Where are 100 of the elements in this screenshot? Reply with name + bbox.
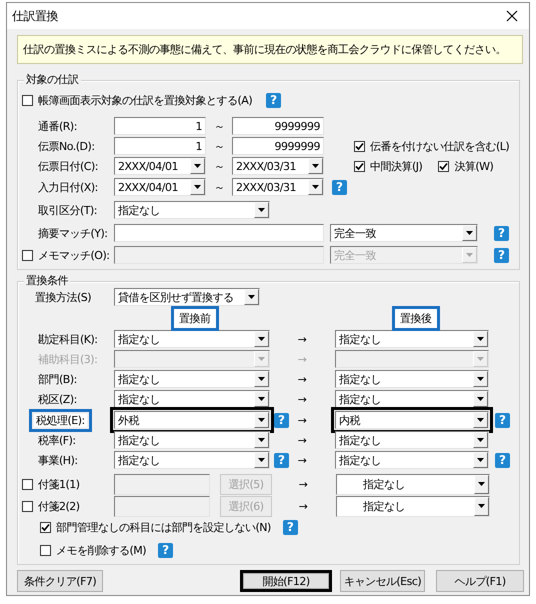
field-label: 税処理(E): <box>34 414 87 426</box>
text-field[interactable]: 1 <box>114 117 206 135</box>
caret-icon <box>473 351 488 367</box>
column-header: 置換前 <box>174 309 216 328</box>
text-field[interactable]: 9999999 <box>232 117 324 135</box>
arrow-symbol: → <box>296 454 308 466</box>
caret-icon <box>254 432 269 448</box>
dialog-button[interactable]: キャンセル(Esc) <box>340 570 425 592</box>
caret-icon <box>190 179 205 195</box>
caret-icon <box>244 289 259 305</box>
caret-icon <box>473 371 488 387</box>
dropdown[interactable]: 貸借を区別せず置換する <box>114 288 260 306</box>
checkmark-icon <box>355 142 364 150</box>
arrow-symbol: → <box>296 352 308 366</box>
caret-icon <box>308 158 323 174</box>
field-label: 部門(B): <box>38 372 77 386</box>
caret-icon <box>254 331 269 347</box>
arrow-symbol: → <box>296 392 308 406</box>
arrow-symbol: → <box>296 372 308 386</box>
group-legend: 置換条件 <box>24 274 70 288</box>
dropdown[interactable]: 2XXX/03/31 <box>232 157 324 175</box>
checkbox[interactable]: 中間決算(J) <box>354 158 422 174</box>
caret-icon <box>474 474 489 494</box>
field-label: 税率(F): <box>38 434 76 446</box>
dialog-button[interactable]: 開始(F12) <box>240 570 332 592</box>
arrow-symbol: → <box>298 478 308 490</box>
group-legend: 対象の仕訳 <box>24 73 80 87</box>
caret-icon <box>473 452 488 468</box>
checkmark-icon <box>355 162 364 170</box>
dropdown[interactable]: 指定なし <box>114 451 270 469</box>
field-label: 取引区分(T): <box>38 202 98 218</box>
caret-icon <box>308 179 323 195</box>
arrow-symbol: → <box>296 414 308 426</box>
field-label: 税区(Z): <box>38 392 77 406</box>
dropdown[interactable]: 指定なし <box>114 201 270 219</box>
field-label: 事業(H): <box>38 454 78 466</box>
checkbox[interactable]: 帳簿画面表示対象の仕訳を置換対象とする(A) <box>22 92 252 108</box>
caret-icon <box>254 412 269 428</box>
dropdown[interactable]: 2XXX/04/01 <box>114 157 206 175</box>
field-label: 勘定科目(K): <box>38 332 98 346</box>
range-separator: ～ <box>212 158 226 174</box>
arrow-symbol: → <box>296 434 308 446</box>
notice-banner: 仕訳の置換ミスによる不測の事態に備えて、事前に現在の状態を商工会クラウドに保管してください。 <box>17 35 523 64</box>
help-button[interactable]: ? <box>266 92 282 108</box>
caret-icon <box>254 452 269 468</box>
caret-icon <box>254 371 269 387</box>
dropdown[interactable]: 指定なし <box>335 370 489 388</box>
dropdown[interactable]: 指定なし <box>114 370 270 388</box>
dropdown[interactable]: 指定なし <box>114 431 270 449</box>
range-separator: ～ <box>212 138 226 154</box>
dropdown[interactable]: 指定なし <box>335 330 489 348</box>
help-button[interactable]: ? <box>274 452 289 468</box>
caret-icon <box>473 331 488 347</box>
dropdown[interactable]: 指定なし <box>335 451 489 469</box>
checkmark-icon <box>41 522 50 532</box>
range-separator: ～ <box>212 118 226 134</box>
help-button[interactable]: ? <box>332 180 347 194</box>
checkbox[interactable]: 部門管理なしの科目には部門を設定しない(N) <box>40 519 271 535</box>
caret-icon <box>473 432 488 448</box>
dropdown[interactable]: 2XXX/03/31 <box>232 178 324 196</box>
dropdown[interactable]: 指定なし <box>335 431 489 449</box>
field-label: 置換方法(S) <box>34 290 92 304</box>
caret-icon <box>254 202 269 218</box>
text-field[interactable]: 1 <box>114 137 206 155</box>
checkmark-icon <box>439 162 448 170</box>
field-label: 通番(R): <box>38 118 78 134</box>
help-button[interactable]: ? <box>495 452 510 468</box>
caret-icon <box>474 496 489 516</box>
caret-icon <box>190 158 205 174</box>
checkbox[interactable]: 決算(W) <box>438 158 494 174</box>
help-button[interactable]: ? <box>158 542 174 558</box>
caret-icon <box>462 225 477 241</box>
close-icon <box>506 10 518 22</box>
caret-icon <box>473 391 488 407</box>
window-title: 仕訳置換 <box>12 8 58 24</box>
dialog-button[interactable]: ヘルプ(F1) <box>436 570 524 592</box>
dropdown[interactable]: 指定なし <box>335 390 489 408</box>
range-separator: ～ <box>212 180 226 194</box>
help-button[interactable]: ? <box>494 226 509 240</box>
dropdown[interactable]: 指定なし <box>114 330 270 348</box>
field-label: 摘要マッチ(Y): <box>38 226 109 240</box>
arrow-symbol: → <box>296 332 308 346</box>
dialog-button[interactable]: 条件クリア(F7) <box>17 570 103 592</box>
dropdown[interactable]: 指定なし <box>114 390 270 408</box>
caret-icon <box>254 351 269 367</box>
dropdown[interactable]: 完全一致 <box>330 224 478 242</box>
help-button[interactable]: ? <box>495 412 510 428</box>
caret-icon <box>473 412 488 428</box>
field-label: 伝票No.(D): <box>38 138 96 154</box>
dropdown[interactable]: 2XXX/04/01 <box>114 178 206 196</box>
arrow-symbol: → <box>298 500 308 512</box>
text-field[interactable] <box>114 224 324 242</box>
checkbox[interactable]: メモを削除する(M) <box>40 542 146 558</box>
caret-icon <box>462 247 477 263</box>
caret-icon <box>254 391 269 407</box>
checkbox[interactable]: 伝番を付けない仕訳を含む(L) <box>354 138 510 154</box>
help-button[interactable]: ? <box>282 520 298 534</box>
field-label: 補助科目(3): <box>38 352 98 366</box>
text-field[interactable]: 9999999 <box>232 137 324 155</box>
help-button[interactable]: ? <box>274 412 289 428</box>
